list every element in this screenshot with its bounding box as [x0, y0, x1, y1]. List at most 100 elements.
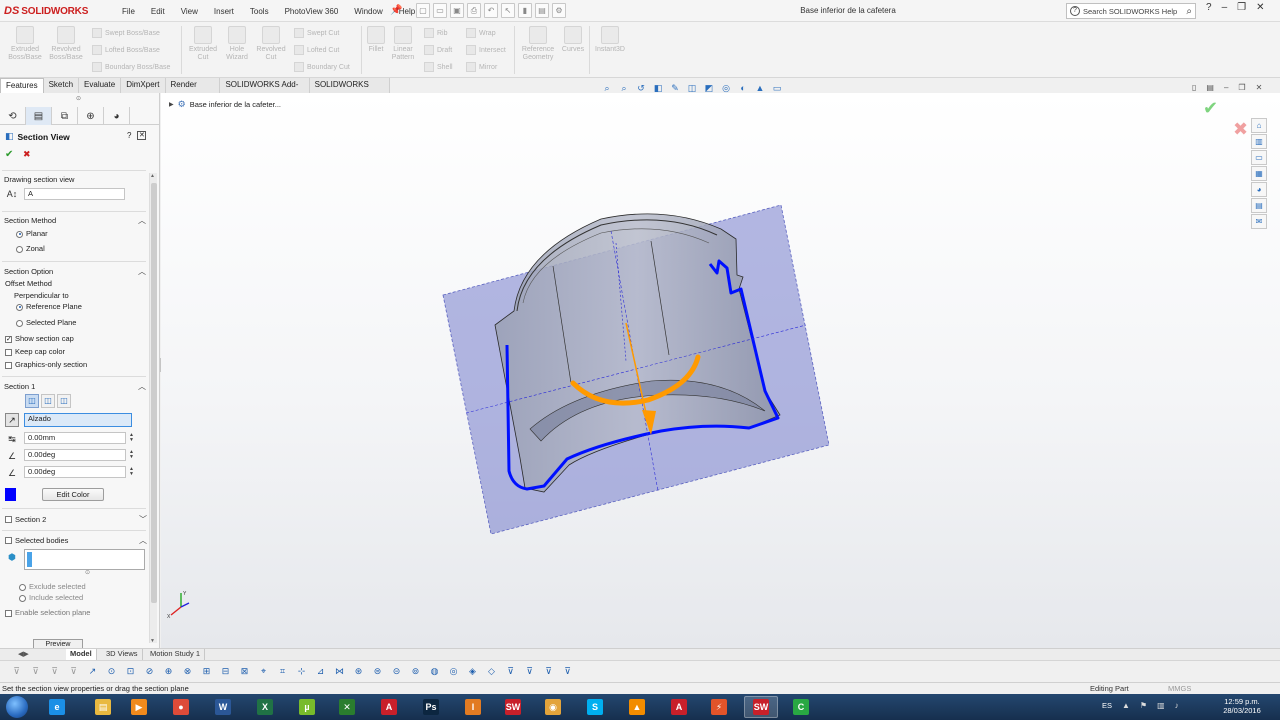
checkbox-enable-selection-plane[interactable]: Enable selection plane: [5, 608, 90, 617]
viewport-minimize-icon[interactable]: –: [1224, 83, 1228, 92]
filter-sketch-segments-icon[interactable]: ⊠: [238, 665, 251, 678]
file-explorer-tab-icon[interactable]: ▭: [1251, 150, 1267, 165]
configuration-manager-tab-icon[interactable]: ⧉: [52, 107, 78, 125]
filter-sketch-points-icon[interactable]: ⊟: [219, 665, 232, 678]
input-language[interactable]: ES: [1102, 701, 1112, 710]
radio-zonal[interactable]: Zonal: [16, 244, 45, 253]
help-search-box[interactable]: ? Search SOLIDWORKS Help ⌕: [1066, 3, 1196, 19]
radio-exclude-selected[interactable]: Exclude selected: [19, 582, 86, 591]
solidworks-logo[interactable]: DS SOLIDWORKS: [4, 4, 88, 18]
swept-cut-button[interactable]: Swept Cut: [294, 28, 339, 38]
tab-motion-study[interactable]: Motion Study 1: [146, 649, 206, 660]
zoom-to-fit-icon[interactable]: ⌕: [601, 82, 613, 94]
shell-button[interactable]: Shell: [424, 62, 453, 72]
filter-center-marks-icon[interactable]: ⌗: [276, 665, 289, 678]
forum-tab-icon[interactable]: ✉: [1251, 214, 1267, 229]
filter-solid-bodies-icon[interactable]: ⊕: [162, 665, 175, 678]
filter-vertices-icon[interactable]: ↗: [86, 665, 99, 678]
volume-icon[interactable]: ♪: [1175, 701, 1179, 710]
rotation-x-spinner-icon[interactable]: ▲ ▼: [129, 450, 134, 460]
scrollbar-thumb[interactable]: [151, 183, 157, 603]
tab-3d-views[interactable]: 3D Views: [102, 649, 143, 660]
section-plane-field[interactable]: Alzado: [24, 413, 132, 427]
help-icon[interactable]: ?: [127, 131, 131, 140]
taskbar-app-camtasia[interactable]: C: [784, 696, 818, 718]
filter-select-all-icon[interactable]: ⊽: [48, 665, 61, 678]
save-icon[interactable]: ▣: [450, 3, 464, 18]
taskbar-app-skype[interactable]: S: [578, 696, 612, 718]
collapse-chevron-icon[interactable]: ︿: [138, 266, 146, 277]
checkbox-keep-cap-color[interactable]: Keep cap color: [5, 347, 65, 356]
filter-dimensions-icon[interactable]: ⊿: [314, 665, 327, 678]
panel-grip-icon[interactable]: ⊙: [76, 95, 81, 102]
hide-show-items-icon[interactable]: ◎: [720, 82, 732, 94]
taskbar-app-solidworks-2016[interactable]: SW: [496, 696, 530, 718]
filter-centerlines-icon[interactable]: ⊹: [295, 665, 308, 678]
tray-arrow-icon[interactable]: ▲: [1122, 701, 1130, 710]
tab-render-tools[interactable]: Render Tools: [165, 78, 221, 103]
drawing-section-view-header[interactable]: Drawing section view: [4, 173, 146, 185]
wrap-button[interactable]: Wrap: [466, 28, 496, 38]
boundary-cut-button[interactable]: Boundary Cut: [294, 62, 350, 72]
taskbar-app-app-bolt[interactable]: ⚡: [702, 696, 736, 718]
taskbar-app-app-xx[interactable]: ✕: [330, 696, 364, 718]
curves-button[interactable]: Curves: [560, 26, 586, 54]
filter-surface-bodies-icon[interactable]: ⊘: [143, 665, 156, 678]
feature-manager-tab-icon[interactable]: ⟲: [0, 107, 26, 125]
pushpin-icon[interactable]: ✕: [137, 131, 147, 140]
section2-header[interactable]: Section 2 ﹀: [5, 513, 147, 525]
taskbar-app-word[interactable]: W: [206, 696, 240, 718]
view-orientation-icon[interactable]: ◫: [686, 82, 698, 94]
filter-mesh-icon[interactable]: ◇: [485, 665, 498, 678]
menu-tools[interactable]: Tools: [242, 7, 277, 16]
search-icon[interactable]: ⌕: [1186, 6, 1192, 17]
edit-color-button[interactable]: Edit Color: [42, 488, 104, 501]
tab-features[interactable]: Features: [0, 78, 44, 93]
radio-include-selected[interactable]: Include selected: [19, 593, 83, 602]
filter-geometric-tolerance-icon[interactable]: ⊛: [352, 665, 365, 678]
options-gear-icon[interactable]: ⚙: [552, 3, 566, 18]
radio-planar[interactable]: Planar: [16, 229, 48, 238]
menu-view[interactable]: View: [173, 7, 206, 16]
hole-wizard-button[interactable]: Hole Wizard: [220, 26, 254, 62]
viewport-close-icon[interactable]: ✕: [1256, 83, 1263, 92]
right-plane-icon[interactable]: ◫: [57, 394, 71, 408]
taskbar-app-photoshop[interactable]: Ps: [414, 696, 448, 718]
taskbar-app-utorrent[interactable]: µ: [290, 696, 324, 718]
rotation-y-field[interactable]: 0.00deg: [24, 466, 126, 478]
tab-scroll-arrows-icon[interactable]: ◀▶: [18, 650, 29, 658]
top-plane-icon[interactable]: ◫: [41, 394, 55, 408]
close-icon[interactable]: ✕: [1256, 2, 1264, 13]
extruded-cut-button[interactable]: Extruded Cut: [184, 26, 222, 62]
mirror-button[interactable]: Mirror: [466, 62, 497, 72]
taskbar-app-app-ball[interactable]: ◉: [536, 696, 570, 718]
tab-dimxpert[interactable]: DimXpert: [121, 78, 166, 93]
tab-evaluate[interactable]: Evaluate: [79, 78, 122, 93]
graphics-area[interactable]: ▶ ⚙ Base inferior de la cafeter... ⌂ ▥ ▭…: [161, 93, 1280, 648]
viewport-tile-icon[interactable]: ▯: [1192, 83, 1196, 92]
viewport-split-icon[interactable]: ▤: [1206, 83, 1214, 92]
filter-toolbar-toggle-icon[interactable]: ⊽: [10, 665, 23, 678]
extruded-boss-button[interactable]: Extruded Boss/Base: [6, 26, 44, 62]
section1-header[interactable]: Section 1 ︿: [4, 380, 146, 392]
dimxpert-tab-icon[interactable]: ⊕: [78, 107, 104, 125]
radio-selected-plane[interactable]: Selected Plane: [16, 318, 76, 327]
rib-button[interactable]: Rib: [424, 28, 448, 38]
select-icon[interactable]: ↖: [501, 3, 515, 18]
reference-geometry-button[interactable]: Reference Geometry: [518, 26, 558, 62]
collapse-chevron-icon[interactable]: ︿: [139, 535, 147, 546]
filter-blocks-icon[interactable]: ◎: [447, 665, 460, 678]
scroll-up-arrow-icon[interactable]: ▲: [150, 173, 155, 179]
edit-appearance-icon[interactable]: ◐: [737, 82, 749, 94]
selected-bodies-list[interactable]: [24, 549, 145, 570]
filter-weld-symbols-icon[interactable]: ⊝: [390, 665, 403, 678]
checkbox-empty[interactable]: [5, 537, 12, 545]
confirmation-cancel-icon[interactable]: ✖: [1233, 119, 1248, 140]
tab-mbd[interactable]: SOLIDWORKS MBD: [309, 78, 390, 103]
reverse-direction-icon[interactable]: ↗: [5, 413, 19, 427]
taskbar-app-excel[interactable]: X: [248, 696, 282, 718]
filter-cosmetic-threads-icon[interactable]: ◍: [428, 665, 441, 678]
section-option-header[interactable]: Section Option ︿: [4, 265, 146, 277]
checkbox-graphics-only[interactable]: Graphics-only section: [5, 360, 87, 369]
filter-faces-icon[interactable]: ⊡: [124, 665, 137, 678]
